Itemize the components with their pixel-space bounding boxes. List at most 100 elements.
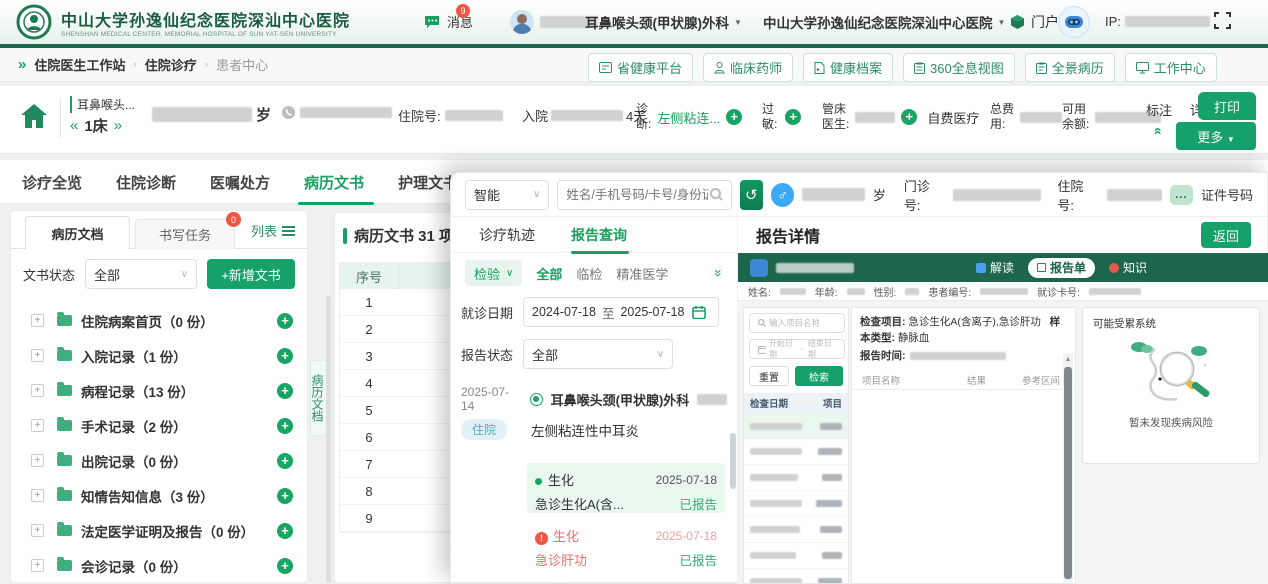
result-scroll-thumb[interactable] (1064, 367, 1072, 579)
sidebar-tab-tasks[interactable]: 书写任务 0 (135, 219, 235, 249)
tree-item-progress[interactable]: +病程记录（13 份）+ (11, 373, 307, 408)
tab-inpatient-diagnosis[interactable]: 住院诊断 (116, 172, 176, 193)
expand-filters-icon[interactable]: » (711, 269, 727, 277)
exam-row[interactable] (744, 491, 848, 517)
breadcrumb-item-inpatient[interactable]: 住院诊疗 (145, 55, 197, 74)
add-doctor-button[interactable]: + (901, 109, 917, 125)
hospital-selector[interactable]: 中山大学孙逸仙纪念医院深汕中心医院 ▼ (763, 12, 1005, 32)
breadcrumb-item-workstation[interactable]: 住院医生工作站 (34, 55, 125, 74)
mark-toggle[interactable]: 标注 « (1146, 100, 1172, 141)
provincial-health-platform-button[interactable]: 省健康平台 (588, 53, 693, 82)
add-record-button[interactable]: + (277, 383, 293, 399)
filter-precision[interactable]: 精准医学 (616, 264, 668, 283)
tree-item-case-front[interactable]: +住院病案首页（0 份）+ (11, 303, 307, 338)
add-allergy-button[interactable]: + (785, 109, 801, 125)
exam-row-selected[interactable] (744, 413, 848, 439)
expand-icon[interactable]: + (31, 349, 44, 362)
add-record-button[interactable]: + (277, 488, 293, 504)
patient-search-input[interactable] (566, 188, 708, 202)
filter-routine[interactable]: 临检 (576, 264, 602, 283)
more-info-pill[interactable]: ... (1170, 185, 1193, 205)
tab-medical-records[interactable]: 病历文书 (304, 172, 364, 193)
tree-item-surgery[interactable]: +手术记录（2 份）+ (11, 408, 307, 443)
result-scrollbar[interactable]: ▲ (1063, 354, 1073, 582)
exam-row[interactable] (744, 543, 848, 569)
panorama-emr-button[interactable]: 全景病历 (1025, 53, 1115, 82)
expand-icon[interactable]: + (31, 454, 44, 467)
add-record-button[interactable]: + (277, 523, 293, 539)
tree-item-consultation[interactable]: +会诊记录（0 份）+ (11, 548, 307, 583)
report-item[interactable]: 生化2025-07-17 血气全套已报告 (527, 573, 725, 584)
search-mode-select[interactable]: 智能∨ (465, 180, 549, 210)
doc-status-select[interactable]: 全部∨ (85, 259, 197, 289)
department-selector[interactable]: 耳鼻喉头颈(甲状腺)外科 ▼ (585, 12, 742, 32)
add-record-button[interactable]: + (277, 558, 293, 574)
viewer-nav-knowledge[interactable]: 知识 (1109, 259, 1147, 276)
search-icon[interactable] (710, 188, 723, 201)
viewer-nav-report-sheet[interactable]: 报告单 (1028, 258, 1095, 278)
refresh-button[interactable]: ↺ (740, 180, 763, 210)
prev-bed-icon[interactable]: « (70, 117, 78, 134)
exam-row[interactable] (744, 465, 848, 491)
ai-assistant-button[interactable] (1058, 6, 1090, 38)
vertical-panel-tab[interactable]: 病历文档 (310, 360, 327, 436)
tab-overview[interactable]: 诊疗全览 (22, 172, 82, 193)
patient-search-box[interactable] (557, 180, 731, 210)
exam-row[interactable] (744, 517, 848, 543)
sidebar-tab-documents[interactable]: 病历文档 (25, 216, 130, 249)
more-button[interactable]: 更多 ▼ (1176, 122, 1256, 150)
date-range-picker[interactable]: 2024-07-18 至 2025-07-18 (523, 297, 719, 327)
list-view-toggle[interactable]: 列表 (251, 221, 295, 240)
tab-report-query[interactable]: 报告查询 (571, 225, 627, 245)
exam-row[interactable] (744, 439, 848, 465)
report-item-selected[interactable]: 生化2025-07-18 急诊生化A(含...已报告 (527, 463, 725, 513)
home-button[interactable] (20, 103, 48, 134)
add-record-button[interactable]: + (277, 418, 293, 434)
scroll-up-icon[interactable]: ▲ (1063, 354, 1073, 366)
query-column-scrollbar[interactable] (730, 433, 736, 489)
messages-button[interactable]: 消息 9 (424, 12, 473, 31)
category-select[interactable]: 检验 ∨ (465, 260, 522, 286)
add-diagnosis-button[interactable]: + (726, 109, 742, 125)
tree-item-admission[interactable]: +入院记录（1 份）+ (11, 338, 307, 373)
panel-splitter[interactable] (326, 296, 331, 583)
bed-selector[interactable]: 耳鼻喉头... « 1床 » (70, 96, 135, 136)
tab-visit-track[interactable]: 诊疗轨迹 (479, 225, 535, 245)
health-records-button[interactable]: 健康档案 (803, 53, 893, 82)
expand-icon[interactable]: + (31, 384, 44, 397)
expand-icon[interactable]: + (31, 524, 44, 537)
search-submit-button[interactable]: 检索 (795, 366, 843, 386)
tree-item-legal[interactable]: +法定医学证明及报告（0 份）+ (11, 513, 307, 548)
add-document-button[interactable]: +新增文书 (207, 259, 295, 289)
exam-search-box[interactable]: 输入项目名称 (749, 313, 845, 333)
print-button[interactable]: 打印 (1198, 92, 1256, 120)
portal-button[interactable]: 门户 (1010, 12, 1059, 32)
tree-item-discharge[interactable]: +出院记录（0 份）+ (11, 443, 307, 478)
next-bed-icon[interactable]: » (114, 117, 122, 134)
expand-icon[interactable]: + (31, 559, 44, 572)
back-button[interactable]: 返回 (1201, 222, 1251, 248)
report-item-alert[interactable]: !生化2025-07-18 急诊肝功已报告 (527, 519, 725, 569)
filter-all[interactable]: 全部 (536, 264, 562, 283)
clinical-pharmacist-button[interactable]: 临床药师 (703, 53, 793, 82)
report-status-select[interactable]: 全部∨ (523, 339, 673, 369)
work-center-button[interactable]: 工作中心 (1125, 53, 1217, 82)
exam-date-range[interactable]: 开始日期 ~ 结束日期 (749, 339, 845, 359)
visit-header[interactable]: 2025-07-14 耳鼻喉头颈(甲状腺)外科 (451, 377, 737, 415)
add-record-button[interactable]: + (277, 348, 293, 364)
expand-icon[interactable]: + (31, 419, 44, 432)
tree-item-consent[interactable]: +知情告知信息（3 份）+ (11, 478, 307, 513)
visit-radio-selected[interactable] (530, 393, 543, 406)
expand-icon[interactable]: + (31, 314, 44, 327)
add-record-button[interactable]: + (277, 453, 293, 469)
fullscreen-button[interactable] (1214, 12, 1231, 34)
diagnosis-value[interactable]: 左侧粘连... (657, 108, 720, 127)
overlay-age-suffix: 岁 (873, 185, 886, 204)
viewer-nav-interpret[interactable]: 解读 (976, 259, 1014, 276)
reset-button[interactable]: 重置 (749, 366, 789, 386)
tab-orders[interactable]: 医嘱处方 (210, 172, 270, 193)
holo-view-360-button[interactable]: 360全息视图 (903, 53, 1015, 82)
expand-icon[interactable]: + (31, 489, 44, 502)
exam-row[interactable] (744, 569, 848, 584)
add-record-button[interactable]: + (277, 313, 293, 329)
